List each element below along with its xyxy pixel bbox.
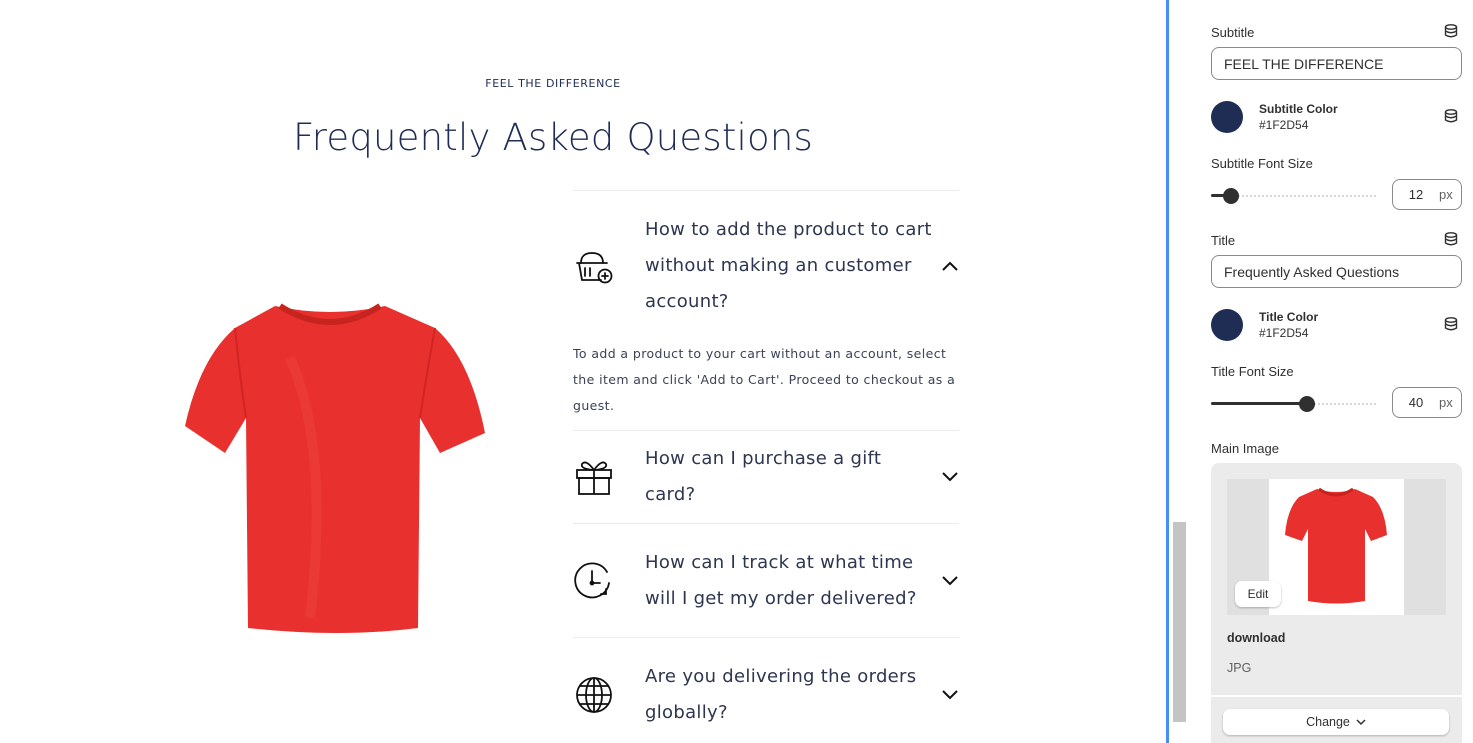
subtitle-color-label: Subtitle Color — [1259, 102, 1338, 116]
change-image-label: Change — [1306, 715, 1350, 729]
title-font-size-unit: px — [1439, 395, 1453, 410]
faq-answer: To add a product to your cart without an… — [573, 346, 956, 413]
faq-title: Frequently Asked Questions — [292, 116, 814, 159]
database-icon[interactable] — [1444, 109, 1458, 123]
change-image-area: Change — [1211, 697, 1462, 743]
image-thumbnail — [1269, 479, 1404, 615]
subtitle-font-size-slider[interactable] — [1211, 188, 1376, 204]
change-image-button[interactable]: Change — [1223, 709, 1449, 735]
faq-question-row[interactable]: How can I purchase a gift card? — [573, 431, 959, 523]
faq-list: How to add the product to cart without m… — [573, 190, 959, 743]
database-icon[interactable] — [1444, 24, 1458, 38]
faq-question-row[interactable]: How to add the product to cart without m… — [573, 191, 959, 341]
main-image-label: Main Image — [1211, 441, 1279, 456]
title-font-size-label: Title Font Size — [1211, 364, 1294, 379]
faq-item[interactable]: How can I track at what time will I get … — [573, 523, 959, 637]
slider-thumb[interactable] — [1299, 396, 1315, 412]
settings-panel: Subtitle Subtitle Color #1F2D54 Subtitle… — [1194, 0, 1473, 743]
faq-question: Are you delivering the orders globally? — [645, 665, 917, 723]
gift-icon — [573, 456, 615, 498]
faq-item[interactable]: Are you delivering the orders globally? — [573, 637, 959, 743]
faq-question: How can I track at what time will I get … — [645, 551, 917, 609]
faq-item[interactable]: How to add the product to cart without m… — [573, 190, 959, 430]
database-icon[interactable] — [1444, 232, 1458, 246]
edit-image-button[interactable]: Edit — [1235, 581, 1281, 607]
chevron-down-icon[interactable] — [941, 468, 959, 486]
image-file-name: download — [1227, 631, 1286, 645]
title-color-value: #1F2D54 — [1259, 326, 1309, 340]
faq-item[interactable]: How can I purchase a gift card? — [573, 430, 959, 523]
subtitle-input[interactable] — [1211, 47, 1462, 80]
preview-scrollbar[interactable] — [1166, 0, 1194, 743]
subtitle-font-size-input[interactable]: 12 px — [1392, 179, 1462, 210]
main-image-card: Edit download JPG — [1211, 463, 1462, 695]
slider-fill — [1211, 402, 1307, 405]
title-color-swatch[interactable] — [1211, 309, 1243, 341]
title-font-size-input[interactable]: 40 px — [1392, 387, 1462, 418]
subtitle-font-size-unit: px — [1439, 187, 1453, 202]
scrollbar-thumb[interactable] — [1173, 522, 1186, 722]
slider-thumb[interactable] — [1223, 188, 1239, 204]
basket-add-icon — [573, 245, 615, 287]
title-color-label: Title Color — [1259, 310, 1319, 324]
faq-subtitle: FEEL THE DIFFERENCE — [485, 77, 621, 90]
subtitle-font-size-label: Subtitle Font Size — [1211, 156, 1313, 171]
subtitle-color-value: #1F2D54 — [1259, 118, 1309, 132]
clock-refresh-icon — [573, 560, 615, 602]
image-preview-well: Edit — [1227, 479, 1446, 615]
database-icon[interactable] — [1444, 317, 1458, 331]
faq-question-row[interactable]: Are you delivering the orders globally? — [573, 638, 959, 743]
section-preview: FEEL THE DIFFERENCE Frequently Asked Que… — [0, 0, 1166, 743]
subtitle-color-swatch[interactable] — [1211, 101, 1243, 133]
faq-question: How to add the product to cart without m… — [645, 219, 932, 312]
image-file-type: JPG — [1227, 661, 1252, 675]
subtitle-label: Subtitle — [1211, 25, 1255, 40]
title-font-size-slider[interactable] — [1211, 396, 1376, 412]
title-label: Title — [1211, 233, 1236, 248]
chevron-down-icon[interactable] — [941, 686, 959, 704]
chevron-down-icon — [1356, 718, 1366, 725]
title-font-size-value[interactable]: 40 — [1393, 395, 1433, 410]
faq-question-row[interactable]: How can I track at what time will I get … — [573, 524, 959, 637]
subtitle-font-size-value[interactable]: 12 — [1393, 187, 1433, 202]
tshirt-image — [185, 303, 485, 633]
title-input[interactable] — [1211, 255, 1462, 288]
faq-question: How can I purchase a gift card? — [645, 448, 882, 505]
chevron-down-icon[interactable] — [941, 572, 959, 590]
globe-icon — [573, 674, 615, 716]
chevron-up-icon[interactable] — [941, 257, 959, 275]
